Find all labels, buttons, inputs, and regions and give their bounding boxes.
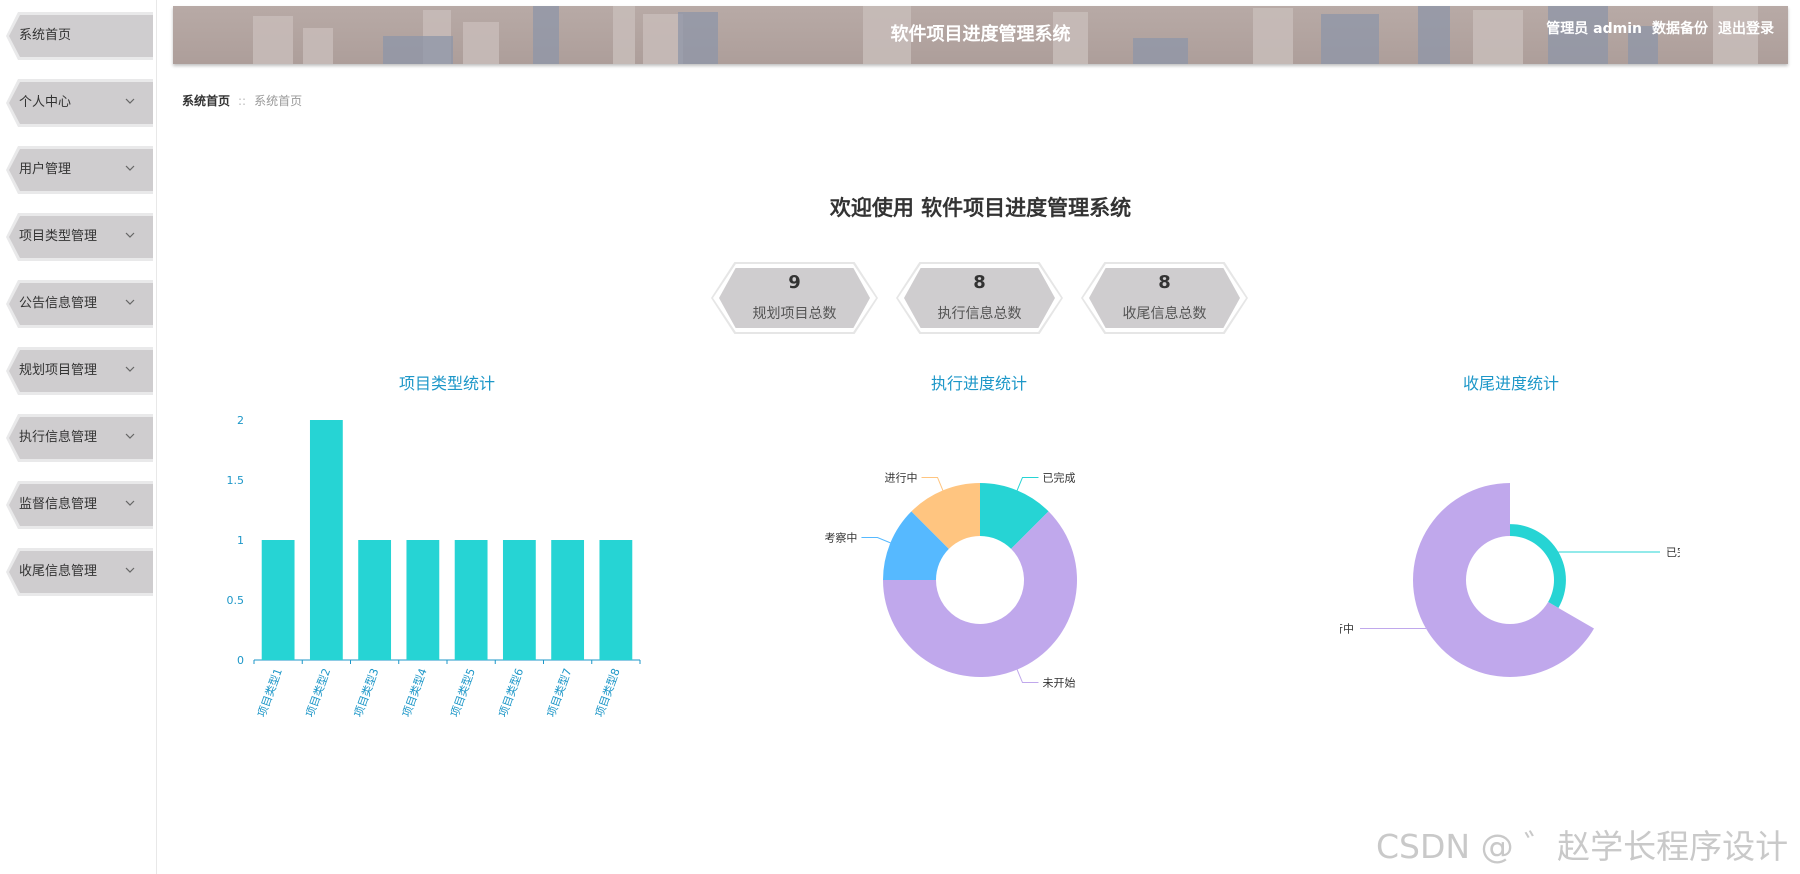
y-tick-label: 2 (237, 414, 244, 427)
stat-label: 执行信息总数 (937, 306, 1022, 322)
sidebar-item-closing[interactable]: 收尾信息管理 (6, 548, 153, 596)
sidebar-item-label: 项目类型管理 (19, 229, 98, 244)
sidebar-item-announcement[interactable]: 公告信息管理 (6, 280, 153, 328)
sidebar-item-project-type[interactable]: 项目类型管理 (6, 213, 153, 261)
x-tick-label: 项目类型6 (496, 666, 527, 719)
y-tick-label: 1 (237, 534, 244, 547)
logout-link[interactable]: 退出登录 (1718, 18, 1774, 38)
sidebar-item-personal-center[interactable]: 个人中心 (6, 79, 153, 127)
breadcrumb-separator: :: (238, 93, 247, 108)
sidebar-item-user-management[interactable]: 用户管理 (6, 146, 153, 194)
data-backup-link[interactable]: 数据备份 (1652, 18, 1708, 38)
execution-progress-donut-chart: 已完成未开始 考察中 进行中 (824, 470, 1077, 690)
bar (551, 540, 585, 660)
label-leader-line (861, 537, 891, 544)
slice-label: 已完成 (1042, 470, 1075, 484)
bar (406, 540, 440, 660)
label-leader-line (1016, 669, 1039, 684)
slice-label: 已完成 (1666, 545, 1680, 559)
slice-label: 未开始 (1042, 676, 1075, 690)
bar-chart-title: 项目类型统计 (398, 374, 495, 393)
stat-card-planned-projects: 9 规划项目总数 (711, 262, 878, 334)
sidebar-item-label: 系统首页 (19, 28, 72, 43)
project-type-bar-chart: 0 0.5 1 1.5 2 项目类型1 项目类型2 项目类型3 项目类型4 项目类型5 项目类型6 项… (227, 414, 641, 719)
chevron-down-icon (125, 165, 135, 171)
stat-value: 8 (973, 272, 986, 293)
sidebar-item-label: 公告信息管理 (19, 296, 98, 311)
sidebar-item-label: 个人中心 (19, 95, 72, 110)
chevron-down-icon (125, 433, 135, 439)
x-tick-label: 项目类型5 (447, 666, 478, 719)
sidebar-item-home[interactable]: 系统首页 (6, 12, 153, 60)
sidebar-item-label: 用户管理 (19, 162, 72, 177)
bar (309, 420, 343, 660)
x-tick-label: 项目类型2 (303, 666, 334, 719)
bar (358, 540, 392, 660)
x-tick-label: 项目类型3 (351, 666, 382, 719)
x-tick-label: 项目类型7 (544, 666, 575, 719)
breadcrumb-current: 系统首页 (254, 94, 303, 108)
label-leader-line (1016, 476, 1039, 491)
closing-progress-rose-chart: 已完成进行中 (1340, 483, 1680, 677)
chevron-down-icon (125, 299, 135, 305)
stat-value: 8 (1158, 272, 1171, 293)
sidebar-item-execution[interactable]: 执行信息管理 (6, 414, 153, 462)
stat-label: 收尾信息总数 (1122, 306, 1207, 322)
rose-slice (1413, 483, 1595, 677)
slice-label: 进行中 (1340, 623, 1354, 636)
sidebar-item-planned-projects[interactable]: 规划项目管理 (6, 347, 153, 395)
exec-chart-title: 执行进度统计 (930, 374, 1027, 393)
stat-value: 9 (788, 272, 801, 293)
chevron-down-icon (125, 567, 135, 573)
bar (261, 540, 295, 660)
chevron-down-icon (125, 366, 135, 372)
slice-label: 考察中 (824, 531, 857, 545)
welcome-heading: 欢迎使用 软件项目进度管理系统 (829, 196, 1132, 220)
finish-chart-title: 收尾进度统计 (1462, 374, 1559, 393)
y-tick-label: 0 (237, 654, 244, 667)
sidebar-item-label: 执行信息管理 (19, 430, 98, 445)
y-tick-label: 1.5 (227, 474, 245, 487)
sidebar: 系统首页 个人中心 用户管理 项目类型管理 公告信息管理 规划项目管理 执行信息… (0, 0, 157, 874)
slice-label: 进行中 (885, 471, 918, 484)
sidebar-item-supervision[interactable]: 监督信息管理 (6, 481, 153, 529)
chevron-down-icon (125, 500, 135, 506)
stat-label: 规划项目总数 (752, 306, 837, 322)
top-header: 软件项目进度管理系统 管理员 admin 数据备份 退出登录 (173, 6, 1788, 64)
stat-card-closing: 8 收尾信息总数 (1081, 262, 1248, 334)
breadcrumb: 系统首页 :: 系统首页 (182, 92, 302, 109)
sidebar-item-label: 规划项目管理 (19, 363, 98, 378)
y-tick-label: 0.5 (227, 594, 245, 607)
stat-card-execution: 8 执行信息总数 (896, 262, 1063, 334)
label-leader-line (921, 476, 944, 491)
sidebar-item-label: 收尾信息管理 (19, 564, 98, 579)
watermark-text: CSDN @ ゛赵学长程序设计 (1376, 827, 1789, 866)
breadcrumb-home[interactable]: 系统首页 (182, 92, 230, 109)
x-tick-label: 项目类型8 (592, 666, 623, 719)
x-tick-label: 项目类型4 (399, 666, 430, 719)
sidebar-item-label: 监督信息管理 (19, 497, 98, 512)
rose-slice (1510, 524, 1566, 608)
bar (502, 540, 536, 660)
admin-user-label: 管理员 admin (1546, 21, 1642, 37)
chevron-down-icon (125, 232, 135, 238)
x-tick-label: 项目类型1 (254, 666, 285, 719)
bar (454, 540, 488, 660)
chevron-down-icon (125, 98, 135, 104)
bar (599, 540, 633, 660)
